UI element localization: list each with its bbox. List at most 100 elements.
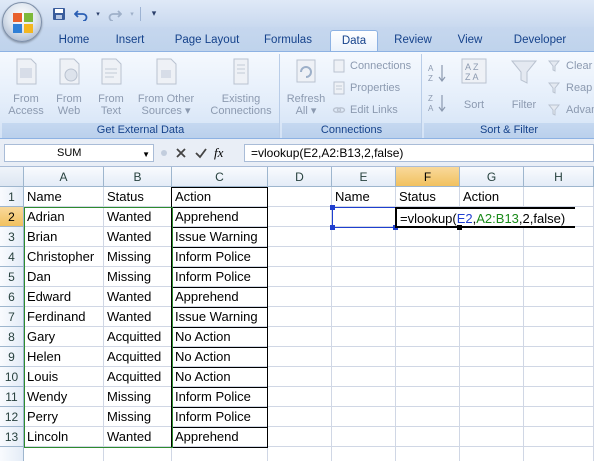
cell-g1[interactable]: Action xyxy=(460,187,524,207)
tab-developer[interactable]: Developer xyxy=(504,30,576,51)
cell-c1[interactable]: Action xyxy=(172,187,268,207)
column-header-h[interactable]: H xyxy=(524,167,594,187)
cell-b8[interactable]: Acquitted xyxy=(104,327,172,347)
cell-b10[interactable]: Acquitted xyxy=(104,367,172,387)
redo-icon[interactable] xyxy=(106,5,124,23)
column-header-e[interactable]: E xyxy=(332,167,396,187)
cell-c11[interactable]: Inform Police xyxy=(172,387,268,407)
undo-icon[interactable] xyxy=(72,5,90,23)
cell-a2[interactable]: Adrian xyxy=(24,207,104,227)
row-header-10[interactable]: 10 xyxy=(0,367,24,387)
formula-input[interactable]: =vlookup(E2,A2:B13,2,false) xyxy=(244,144,594,162)
cell-b5[interactable]: Missing xyxy=(104,267,172,287)
row-header-1[interactable]: 1 xyxy=(0,187,24,207)
tab-data[interactable]: Data xyxy=(330,30,378,51)
worksheet-grid[interactable]: A B C D E F G H 1 2 3 4 5 6 7 8 9 10 11 12 13 Name St… xyxy=(0,167,594,461)
existing-connections-button[interactable]: Existing Connections xyxy=(206,56,276,117)
row-header-5[interactable]: 5 xyxy=(0,267,24,287)
cell-c13[interactable]: Apprehend xyxy=(172,427,268,447)
reference-handle-bl[interactable] xyxy=(330,225,335,230)
filter-button[interactable]: Filter xyxy=(504,56,544,111)
row-header-9[interactable]: 9 xyxy=(0,347,24,367)
office-button[interactable] xyxy=(2,2,42,42)
cell-b13[interactable]: Wanted xyxy=(104,427,172,447)
connections-button[interactable]: Connections xyxy=(332,57,411,75)
column-header-c[interactable]: C xyxy=(172,167,268,187)
cell-b7[interactable]: Wanted xyxy=(104,307,172,327)
clear-button[interactable]: Clear xyxy=(548,57,592,75)
row-header-14[interactable] xyxy=(0,447,24,461)
column-header-b[interactable]: B xyxy=(104,167,172,187)
from-web-button[interactable]: From Web xyxy=(50,56,88,117)
redo-dropdown-icon[interactable]: ▾ xyxy=(128,5,136,23)
row-header-12[interactable]: 12 xyxy=(0,407,24,427)
sort-ascending-button[interactable]: AZ xyxy=(428,64,448,83)
select-all-corner[interactable] xyxy=(0,167,24,187)
column-header-d[interactable]: D xyxy=(268,167,332,187)
reference-handle-tl[interactable] xyxy=(330,205,335,210)
row-header-4[interactable]: 4 xyxy=(0,247,24,267)
cell-c5[interactable]: Inform Police xyxy=(172,267,268,287)
tab-review[interactable]: Review xyxy=(386,30,440,51)
column-header-a[interactable]: A xyxy=(24,167,104,187)
tab-page-layout[interactable]: Page Layout xyxy=(166,30,248,51)
cell-c6[interactable]: Apprehend xyxy=(172,287,268,307)
advanced-button[interactable]: Advan xyxy=(548,101,594,119)
cell-c7[interactable]: Issue Warning xyxy=(172,307,268,327)
cell-b3[interactable]: Wanted xyxy=(104,227,172,247)
cell-a4[interactable]: Christopher xyxy=(24,247,104,267)
cell-a9[interactable]: Helen xyxy=(24,347,104,367)
tab-insert[interactable]: Insert xyxy=(106,30,154,51)
cell-c10[interactable]: No Action xyxy=(172,367,268,387)
cell-b4[interactable]: Missing xyxy=(104,247,172,267)
row-header-7[interactable]: 7 xyxy=(0,307,24,327)
refresh-all-button[interactable]: Refresh All ▾ xyxy=(284,56,328,117)
edit-links-button[interactable]: Edit Links xyxy=(332,101,398,119)
name-box-dropdown-icon[interactable]: ▼ xyxy=(142,147,150,163)
properties-button[interactable]: Properties xyxy=(332,79,400,97)
name-box[interactable]: SUM ▼ xyxy=(4,144,154,162)
cell-a13[interactable]: Lincoln xyxy=(24,427,104,447)
column-header-f[interactable]: F xyxy=(396,167,460,187)
cell-c8[interactable]: No Action xyxy=(172,327,268,347)
row-header-2[interactable]: 2 xyxy=(0,207,24,227)
cell-b12[interactable]: Missing xyxy=(104,407,172,427)
cell-c9[interactable]: No Action xyxy=(172,347,268,367)
enter-check-icon[interactable] xyxy=(194,146,208,160)
cell-c4[interactable]: Inform Police xyxy=(172,247,268,267)
cell-a10[interactable]: Louis xyxy=(24,367,104,387)
cell-a7[interactable]: Ferdinand xyxy=(24,307,104,327)
editing-cell-f2[interactable]: =vlookup(E2,A2:B13,2,false) xyxy=(395,207,575,228)
insert-function-icon[interactable]: fx xyxy=(214,145,223,161)
cell-a1[interactable]: Name xyxy=(24,187,104,207)
row-header-13[interactable]: 13 xyxy=(0,427,24,447)
tab-formulas[interactable]: Formulas xyxy=(256,30,320,51)
row-header-8[interactable]: 8 xyxy=(0,327,24,347)
cell-b6[interactable]: Wanted xyxy=(104,287,172,307)
cell-a5[interactable]: Dan xyxy=(24,267,104,287)
cell-a6[interactable]: Edward xyxy=(24,287,104,307)
cell-c3[interactable]: Issue Warning xyxy=(172,227,268,247)
fill-handle[interactable] xyxy=(457,225,462,230)
from-text-button[interactable]: From Text xyxy=(92,56,130,117)
cell-b1[interactable]: Status xyxy=(104,187,172,207)
cell-c2[interactable]: Apprehend xyxy=(172,207,268,227)
cell-e1[interactable]: Name xyxy=(332,187,396,207)
column-header-g[interactable]: G xyxy=(460,167,524,187)
tab-home[interactable]: Home xyxy=(50,30,98,51)
from-other-sources-button[interactable]: From Other Sources ▾ xyxy=(132,56,200,117)
cell-a8[interactable]: Gary xyxy=(24,327,104,347)
undo-dropdown-icon[interactable]: ▾ xyxy=(94,5,102,23)
cell-b11[interactable]: Missing xyxy=(104,387,172,407)
customize-qat-icon[interactable]: ▾ xyxy=(145,5,163,23)
cell-b2[interactable]: Wanted xyxy=(104,207,172,227)
cell-f1[interactable]: Status xyxy=(396,187,460,207)
row-header-6[interactable]: 6 xyxy=(0,287,24,307)
cell-a3[interactable]: Brian xyxy=(24,227,104,247)
sort-descending-button[interactable]: ZA xyxy=(428,94,448,113)
cell-a12[interactable]: Perry xyxy=(24,407,104,427)
row-header-3[interactable]: 3 xyxy=(0,227,24,247)
sort-button[interactable]: A ZZ A Sort xyxy=(454,56,494,111)
tab-view[interactable]: View xyxy=(448,30,492,51)
from-access-button[interactable]: From Access xyxy=(4,56,48,117)
